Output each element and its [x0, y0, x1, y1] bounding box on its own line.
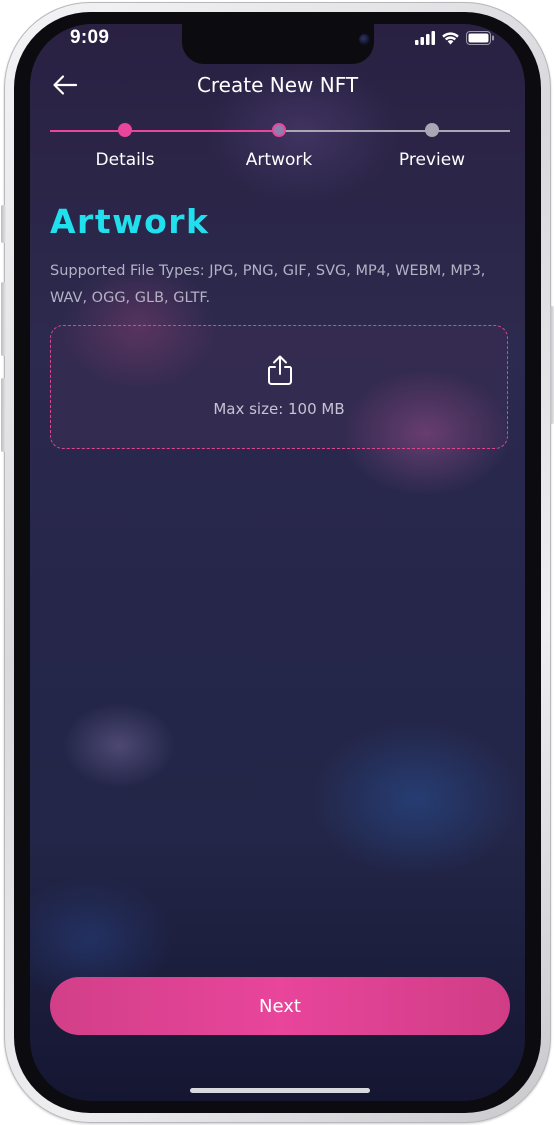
step-label-preview[interactable]: Preview — [377, 150, 487, 170]
next-button[interactable]: Next — [50, 977, 510, 1035]
step-dot-preview[interactable] — [425, 123, 439, 137]
header-bar: Create New NFT — [30, 68, 525, 102]
volume-up-button — [1, 282, 6, 356]
notch — [182, 24, 374, 64]
step-dot-artwork[interactable] — [272, 123, 286, 137]
upload-dropzone[interactable]: Max size: 100 MB — [50, 325, 508, 449]
front-camera — [359, 34, 370, 45]
progress-stepper: Details Artwork Preview — [50, 122, 510, 182]
power-button — [550, 306, 554, 424]
app-screen: 9:09 Create New NFT Details Artwork Prev… — [30, 24, 525, 1101]
step-connector-1 — [50, 130, 279, 132]
wifi-icon — [442, 32, 459, 45]
step-connector-2 — [279, 130, 510, 132]
section-title: Artwork — [50, 202, 210, 241]
mute-switch — [1, 205, 6, 243]
upload-share-icon — [268, 355, 292, 385]
supported-file-types: Supported File Types: JPG, PNG, GIF, SVG… — [50, 263, 486, 306]
step-label-details[interactable]: Details — [70, 150, 180, 170]
volume-down-button — [1, 378, 6, 452]
page-title: Create New NFT — [196, 73, 359, 97]
home-indicator[interactable] — [190, 1088, 370, 1093]
status-time: 9:09 — [70, 27, 110, 48]
max-size-label: Max size: 100 MB — [213, 400, 345, 418]
status-icons — [415, 31, 495, 45]
step-label-artwork[interactable]: Artwork — [224, 150, 334, 170]
battery-icon — [466, 31, 494, 45]
step-dot-details[interactable] — [118, 123, 132, 137]
phone-mockup: 9:09 Create New NFT Details Artwork Prev… — [0, 0, 555, 1125]
cellular-signal-icon — [415, 31, 435, 45]
